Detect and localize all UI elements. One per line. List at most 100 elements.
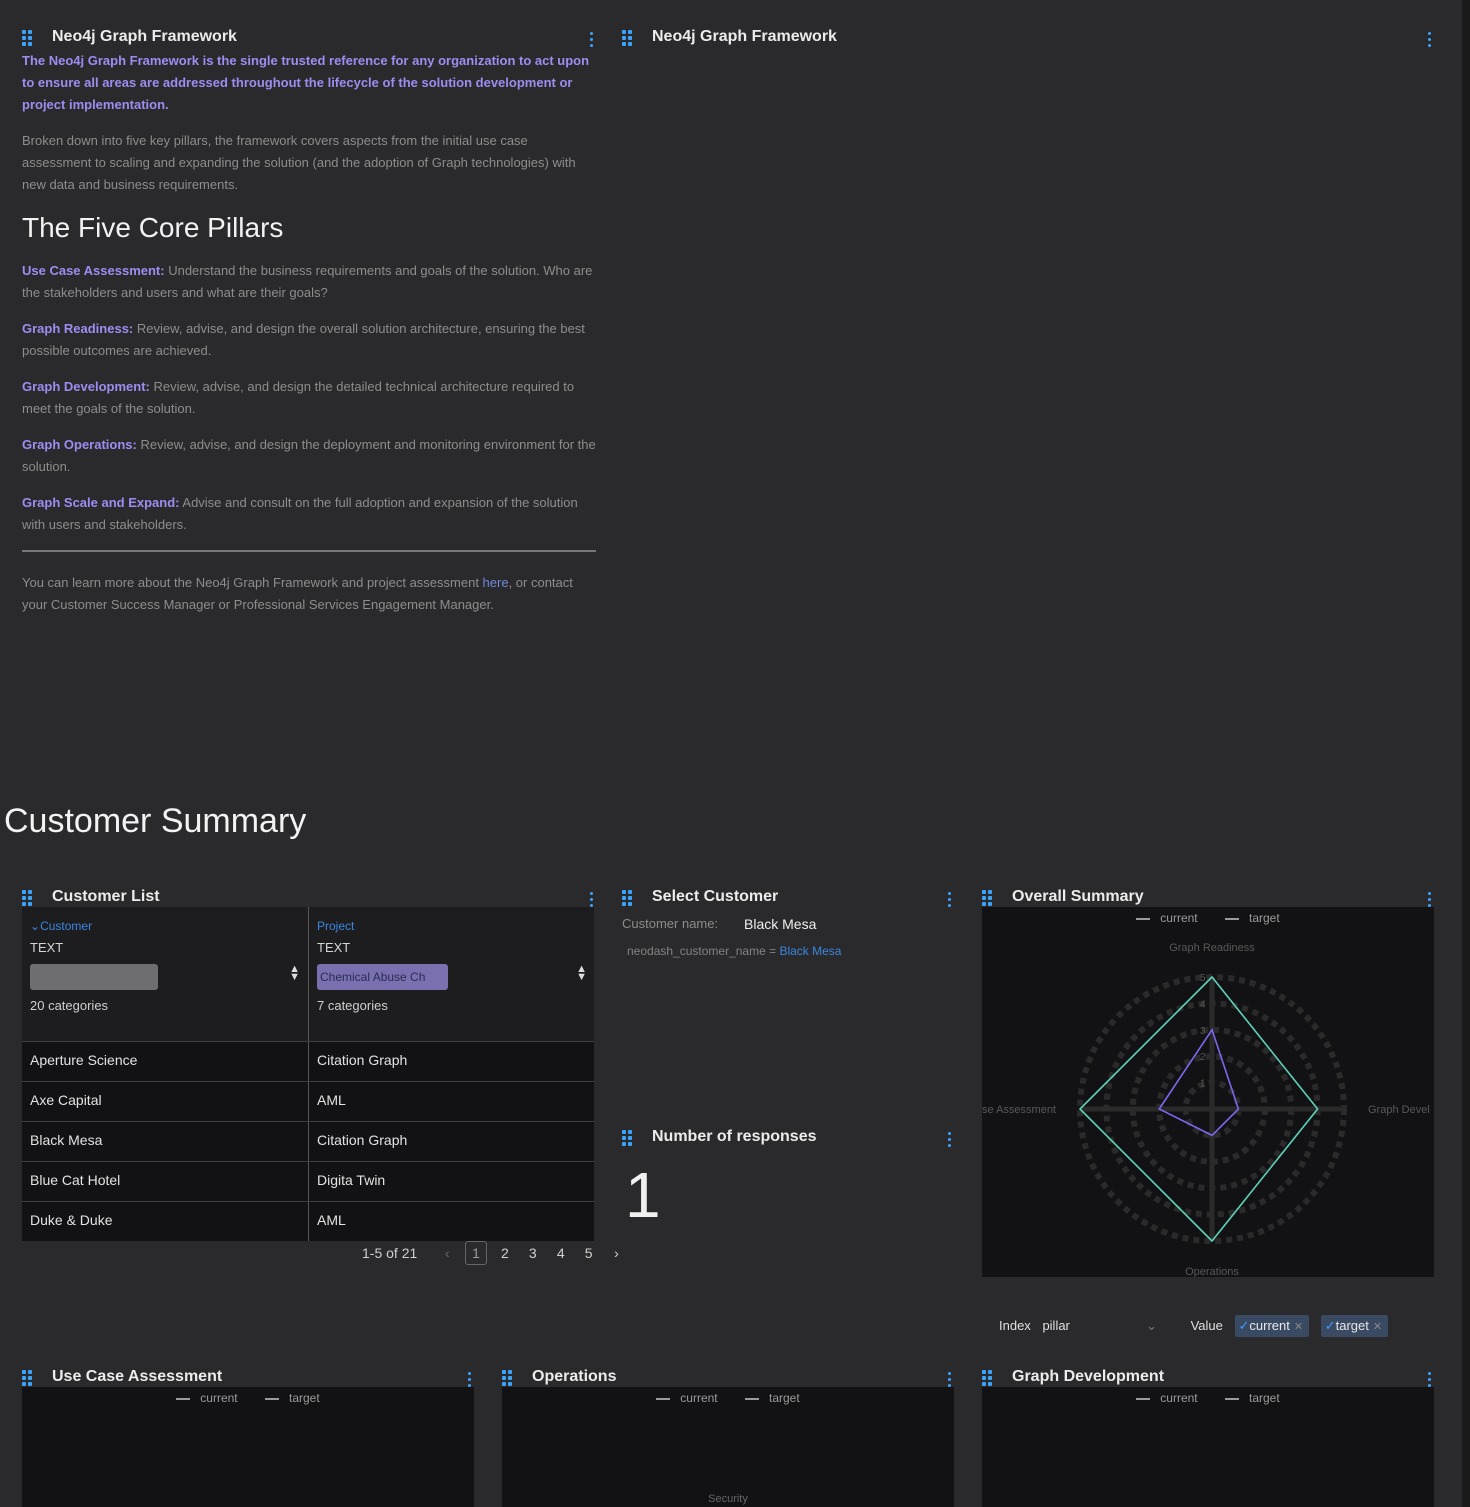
drag-handle-icon[interactable] [622,890,634,906]
use-case-chart: current target [22,1387,474,1507]
check-icon: ✓ [1238,1318,1250,1333]
sort-toggle-icon[interactable]: ▲ ▼ [576,964,587,983]
card-title: Neo4j Graph Framework [652,28,837,45]
customer-table: ⌄Customer TEXT ▲ ▼ 20 categories Project … [22,907,594,1241]
card-title: Graph Development [1012,1368,1165,1385]
radar-axis-label: Security [708,1493,748,1505]
more-options-icon[interactable] [586,30,596,50]
customer-list-card: Customer List [22,870,596,910]
drag-handle-icon[interactable] [982,1370,994,1386]
drag-handle-icon[interactable] [622,30,634,46]
radar-series-current[interactable] [1158,1027,1240,1137]
page-button[interactable]: 2 [493,1245,517,1261]
card-title: Neo4j Graph Framework [52,28,237,45]
radar-tick-label: 2 [1200,1052,1206,1063]
section-title: Customer Summary [4,802,307,840]
table-row[interactable]: Aperture Science Citation Graph [22,1041,594,1081]
customer-filter-input[interactable] [30,964,158,990]
chart-legend: current target [502,1391,954,1405]
legend-item[interactable]: current [176,1391,238,1405]
pillar-item: Graph Readiness: Review, advise, and des… [22,321,585,358]
overall-summary-card: Overall Summary [982,870,1434,910]
chart-legend: current target [982,1391,1434,1405]
radar-tick-label: 3 [1200,1026,1206,1037]
card-title: Number of responses [652,1128,817,1145]
responses-card: Number of responses [622,1110,954,1150]
table-row[interactable]: Black Mesa Citation Graph [22,1121,594,1161]
column-header-project[interactable]: Project TEXT Chemical Abuse Ch ▲ ▼ 7 cate… [308,907,595,1041]
project-filter-input[interactable]: Chemical Abuse Ch [317,964,448,990]
more-options-icon[interactable] [944,1130,954,1150]
select-customer-card: Select Customer [622,870,954,910]
radar-axis-label: Graph Readiness [1169,942,1255,954]
overall-summary-chart: current target 1 2 3 4 5 Graph Readiness Graph… [982,907,1434,1277]
page-button[interactable]: 5 [577,1245,601,1261]
radar-tick-label: 4 [1200,999,1206,1010]
legend-item[interactable]: current [656,1391,718,1405]
parameter-display: neodash_customer_name = Black Mesa [627,944,842,958]
legend-item[interactable]: target [1225,1391,1280,1405]
pillar-item: Graph Development: Review, advise, and d… [22,379,575,416]
framework-footer: You can learn more about the Neo4j Graph… [22,575,573,612]
chevron-down-icon[interactable]: ⌄ [1146,1318,1157,1334]
page-button[interactable]: 4 [549,1245,573,1261]
radar-axis-label: Operations [1185,1266,1239,1277]
card-title: Operations [532,1368,617,1385]
framework-lead: The Neo4j Graph Framework is the single … [22,53,590,112]
card-title: Overall Summary [1012,888,1144,905]
pillar-item: Graph Operations: Review, advise, and de… [22,437,596,474]
page-button-current[interactable]: 1 [465,1241,488,1265]
customer-name-select[interactable]: Black Mesa [744,916,816,932]
value-chip-target[interactable]: ✓target ✕ [1320,1315,1389,1337]
table-row[interactable]: Blue Cat Hotel Digita Twin [22,1161,594,1201]
drag-handle-icon[interactable] [22,890,34,906]
drag-handle-icon[interactable] [622,1130,634,1146]
drag-handle-icon[interactable] [22,30,34,46]
page-button[interactable]: 3 [521,1245,545,1261]
legend-item[interactable]: target [745,1391,800,1405]
remove-icon[interactable]: ✕ [1373,1321,1382,1333]
value-chip-current[interactable]: ✓current ✕ [1234,1315,1310,1337]
framework-card-2: Neo4j Graph Framework [622,10,1434,70]
radar-chart: 1 2 3 4 5 Graph Readiness Graph Devel Operation… [982,942,1430,1277]
drag-handle-icon[interactable] [982,890,994,906]
pillars-heading: The Five Core Pillars [22,212,284,243]
sort-toggle-icon[interactable]: ▲ ▼ [289,964,300,983]
radar-axis-label: se Assessment [982,1104,1056,1116]
pillar-item: Use Case Assessment: Understand the busi… [22,263,593,300]
radar-axis-label: Graph Devel [1368,1104,1430,1116]
column-header-customer[interactable]: ⌄Customer TEXT ▲ ▼ 20 categories [22,907,308,1041]
pagination: 1-5 of 21 ‹ 1 2 3 4 5 › [362,1241,629,1265]
table-row[interactable]: Axe Capital AML [22,1081,594,1121]
use-case-card: Use Case Assessment [22,1350,474,1390]
card-title: Select Customer [652,888,779,905]
divider [22,550,596,552]
framework-intro: Broken down into five key pillars, the f… [22,133,576,192]
table-row[interactable]: Duke & Duke AML [22,1201,594,1241]
scrollbar-track[interactable] [1462,0,1470,1507]
radar-tick-label: 5 [1200,973,1206,984]
chart-legend: current target [22,1391,474,1405]
sort-desc-icon: ⌄ [30,919,41,933]
more-options-icon[interactable] [1424,30,1434,50]
customer-name-label: Customer name: [622,916,719,931]
next-page-button[interactable]: › [605,1245,629,1261]
operations-chart: current target Security [502,1387,954,1507]
card-title: Use Case Assessment [52,1368,223,1385]
prev-page-button[interactable]: ‹ [435,1245,459,1261]
legend-item[interactable]: current [1136,1391,1198,1405]
pillar-item: Graph Scale and Expand: Advise and consu… [22,495,578,532]
pagination-range: 1-5 of 21 [362,1245,418,1261]
check-icon: ✓ [1324,1318,1336,1333]
operations-card: Operations [502,1350,954,1390]
legend-item[interactable]: target [265,1391,320,1405]
index-select[interactable]: pillar [1042,1318,1142,1333]
framework-text: The Neo4j Graph Framework is the single … [22,50,596,630]
learn-more-link[interactable]: here [483,575,509,590]
remove-icon[interactable]: ✕ [1294,1321,1303,1333]
more-options-icon[interactable] [944,890,954,910]
drag-handle-icon[interactable] [502,1370,514,1386]
radar-tick-label: 1 [1200,1079,1206,1090]
drag-handle-icon[interactable] [22,1370,34,1386]
graph-development-chart: current target [982,1387,1434,1507]
